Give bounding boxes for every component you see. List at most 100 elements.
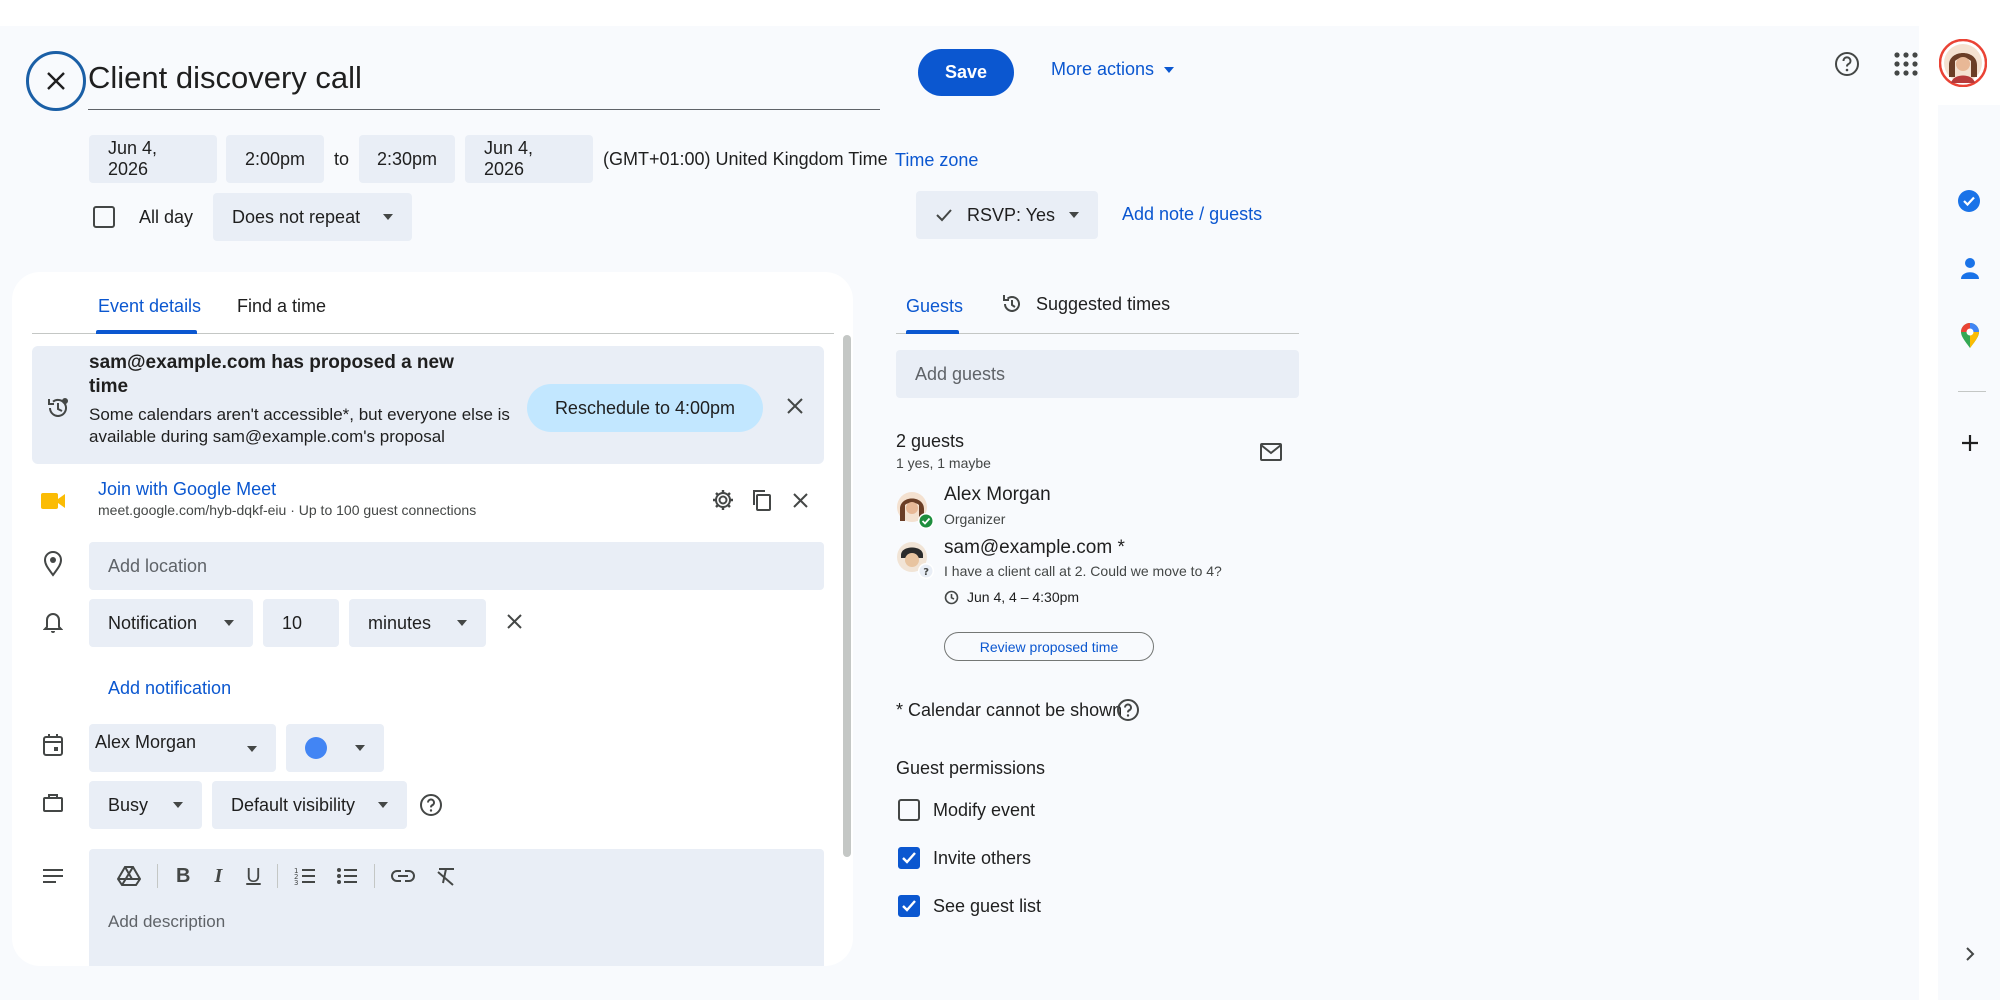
time-zone-link[interactable]: Time zone (895, 150, 978, 171)
event-title-input[interactable]: Client discovery call (88, 50, 880, 110)
avatar-icon (1939, 39, 1987, 87)
timezone-label: (GMT+01:00) United Kingdom Time (603, 149, 888, 169)
briefcase-icon (43, 794, 63, 812)
notification-unit-value: minutes (368, 612, 432, 633)
meet-settings-button[interactable] (711, 488, 735, 512)
guests-tab-indicator (906, 330, 959, 334)
calendar-owner-dropdown[interactable]: Alex Morgan (89, 724, 276, 772)
formatting-toolbar: B I U 123 (117, 864, 457, 888)
add-note-guests-link[interactable]: Add note / guests (1122, 204, 1262, 225)
contacts-button[interactable] (1960, 256, 1980, 280)
svg-text:?: ? (923, 567, 929, 578)
tab-suggested-times[interactable]: Suggested times (1000, 292, 1170, 316)
remove-notification-button[interactable] (506, 613, 523, 630)
bold-icon[interactable]: B (176, 865, 190, 888)
email-guests-button[interactable] (1260, 443, 1282, 461)
account-avatar[interactable] (1939, 39, 1987, 87)
visibility-help-button[interactable] (419, 793, 443, 817)
add-addon-button[interactable] (1960, 433, 1980, 453)
underline-icon[interactable]: U (246, 865, 260, 888)
close-button[interactable] (26, 51, 86, 111)
expand-side-panel-button[interactable] (1964, 946, 1976, 962)
apps-button[interactable] (1893, 51, 1919, 77)
add-guests-input[interactable]: Add guests (896, 350, 1299, 398)
dismiss-proposal-button[interactable] (786, 397, 804, 415)
all-day-checkbox[interactable] (93, 206, 115, 228)
modify-event-label: Modify event (933, 800, 1036, 820)
tab-guests[interactable]: Guests (906, 296, 963, 317)
tasks-button[interactable] (1957, 189, 1981, 213)
see-guest-list-checkbox[interactable] (898, 895, 920, 917)
modify-event-checkbox[interactable] (898, 799, 920, 821)
invite-others-checkbox[interactable] (898, 847, 920, 869)
close-icon (787, 398, 803, 414)
video-camera-icon (41, 493, 65, 509)
close-icon (47, 72, 65, 90)
maps-button[interactable] (1960, 323, 1980, 349)
start-date-button[interactable]: Jun 4, 2026 (89, 135, 217, 183)
caret-down-icon (457, 620, 467, 626)
numbered-list-button[interactable]: 123 (294, 866, 316, 886)
link-button[interactable] (390, 869, 415, 883)
tab-indicator (96, 330, 197, 334)
numbered-list-icon: 123 (294, 867, 315, 886)
add-notification-button[interactable]: Add notification (108, 678, 231, 699)
guest-count: 2 guests (896, 431, 965, 451)
availability-value: Busy (108, 794, 149, 815)
svg-text:3: 3 (294, 879, 298, 886)
visibility-dropdown[interactable]: Default visibility (212, 781, 407, 829)
tab-find-a-time[interactable]: Find a time (237, 296, 326, 317)
location-input[interactable]: Add location (89, 542, 824, 590)
bulleted-list-button[interactable] (336, 866, 358, 886)
toolbar-divider (373, 864, 375, 888)
notification-type-value: Notification (108, 612, 198, 633)
caret-down-icon (1164, 66, 1175, 73)
repeat-dropdown[interactable]: Does not repeat (213, 193, 412, 241)
caret-down-icon (355, 745, 365, 751)
rsvp-dropdown[interactable]: RSVP: Yes (916, 191, 1098, 239)
close-icon (793, 493, 808, 508)
save-button[interactable]: Save (918, 49, 1014, 96)
start-time-button[interactable]: 2:00pm (226, 135, 324, 183)
calendar-note-help-button[interactable] (1116, 698, 1140, 722)
remove-meet-button[interactable] (792, 492, 809, 509)
notification-unit-dropdown[interactable]: minutes (349, 599, 486, 647)
gear-icon (713, 490, 733, 510)
italic-icon[interactable]: I (214, 865, 222, 888)
more-actions-button[interactable]: More actions (1051, 59, 1175, 80)
scrollbar[interactable] (843, 335, 851, 857)
reschedule-button[interactable]: Reschedule to 4:00pm (527, 384, 763, 432)
proposal-title: sam@example.com has proposed a new time (89, 352, 454, 397)
color-swatch (305, 737, 327, 759)
notes-icon (43, 869, 63, 883)
end-date-button[interactable]: Jun 4, 2026 (465, 135, 593, 183)
bell-icon-wrap (43, 611, 63, 633)
description-placeholder: Add description (108, 912, 226, 931)
availability-dropdown[interactable]: Busy (89, 781, 202, 829)
close-icon (507, 614, 522, 629)
end-time-button[interactable]: 2:30pm (359, 135, 455, 183)
join-meet-link[interactable]: Join with Google Meet (98, 479, 276, 500)
event-color-dropdown[interactable] (286, 724, 384, 772)
notification-type-dropdown[interactable]: Notification (89, 599, 253, 647)
caret-down-icon (247, 746, 257, 752)
tab-event-details[interactable]: Event details (98, 296, 201, 317)
apps-grid-icon (1894, 52, 1918, 76)
history-icon (48, 398, 68, 417)
help-button[interactable] (1833, 50, 1861, 78)
review-proposed-time-button[interactable]: Review proposed time (944, 632, 1154, 661)
link-icon (390, 870, 415, 882)
caret-down-icon (383, 214, 393, 220)
copy-meet-button[interactable] (750, 488, 774, 512)
toolbar-divider (157, 864, 158, 888)
briefcase-icon-wrap (42, 793, 64, 813)
bulleted-list-icon (336, 868, 357, 884)
check-icon (902, 852, 916, 864)
to-label: to (334, 149, 350, 169)
drive-button[interactable] (117, 865, 141, 887)
help-icon (1835, 52, 1859, 76)
notification-amount-input[interactable]: 10 (263, 599, 339, 647)
bell-icon (43, 613, 63, 633)
location-pin-icon (43, 551, 63, 577)
clear-format-button[interactable] (435, 866, 457, 886)
